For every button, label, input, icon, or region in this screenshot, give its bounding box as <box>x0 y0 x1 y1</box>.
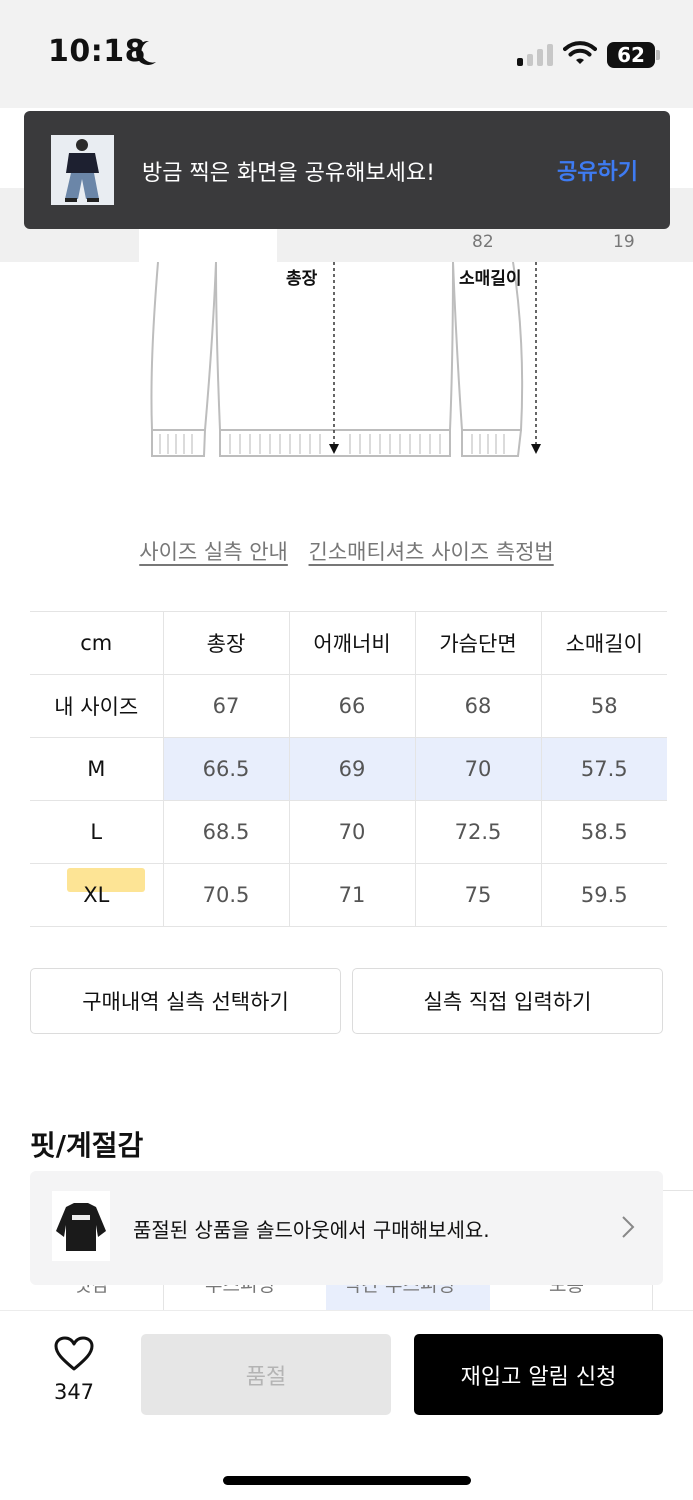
header-unit: cm <box>30 611 164 675</box>
table-cell: 58.5 <box>540 800 667 864</box>
table-cell: 66.5 <box>162 737 290 801</box>
wifi-icon <box>563 41 597 64</box>
tab-count-2: 19 <box>613 232 635 252</box>
moon-icon <box>136 40 156 65</box>
size-table: cm 총장 어깨너비 가슴단면 소매길이 내 사이즈 67 66 68 58 M… <box>30 611 667 927</box>
table-cell: 71 <box>288 863 416 927</box>
table-cell: 68 <box>414 674 542 738</box>
table-row-highlighted: M 66.5 69 70 57.5 <box>30 737 667 801</box>
row-label: XL <box>30 863 164 927</box>
size-diagram <box>150 262 541 457</box>
table-cell: 70.5 <box>162 863 290 927</box>
manual-input-button[interactable]: 실측 직접 입력하기 <box>352 968 663 1034</box>
soldout-button[interactable]: 품절 <box>141 1334 391 1415</box>
select-purchase-button[interactable]: 구매내역 실측 선택하기 <box>30 968 341 1034</box>
header-shoulder: 어깨너비 <box>288 611 416 675</box>
share-button[interactable]: 공유하기 <box>557 154 638 186</box>
toast-message: 방금 찍은 화면을 공유해보세요! <box>142 161 435 186</box>
soldout-banner[interactable]: 품절된 상품을 솔드아웃에서 구매해보세요. <box>30 1171 663 1285</box>
battery-icon: 62 <box>607 42 655 68</box>
table-cell: 70 <box>288 800 416 864</box>
banner-message: 품절된 상품을 솔드아웃에서 구매해보세요. <box>133 1218 490 1242</box>
header-length: 총장 <box>162 611 290 675</box>
table-cell: 72.5 <box>414 800 542 864</box>
like-count: 347 <box>53 1380 95 1404</box>
share-toast: 방금 찍은 화면을 공유해보세요! 공유하기 <box>24 111 670 229</box>
header-sleeve: 소매길이 <box>540 611 667 675</box>
table-cell: 75 <box>414 863 542 927</box>
status-time: 10:18 <box>48 34 146 69</box>
table-cell: 66 <box>288 674 416 738</box>
row-label: 내 사이즈 <box>30 674 164 738</box>
table-cell: 59.5 <box>540 863 667 927</box>
table-cell: 70 <box>414 737 542 801</box>
measure-method-link[interactable]: 긴소매티셔츠 사이즈 측정법 <box>309 540 554 564</box>
row-label: L <box>30 800 164 864</box>
fit-section-title: 핏/계절감 <box>30 1129 144 1162</box>
table-row: XL 70.5 71 75 59.5 <box>30 863 667 927</box>
size-guide-link[interactable]: 사이즈 실측 안내 <box>139 540 288 564</box>
chevron-right-icon <box>622 1216 635 1238</box>
tab-count-1: 82 <box>472 232 494 252</box>
home-indicator <box>223 1476 471 1485</box>
table-row: 내 사이즈 67 66 68 58 <box>30 674 667 738</box>
heart-icon[interactable] <box>54 1336 94 1372</box>
size-table-header: cm 총장 어깨너비 가슴단면 소매길이 <box>30 611 667 675</box>
table-cell: 57.5 <box>540 737 667 801</box>
diagram-length-label: 총장 <box>286 269 318 289</box>
header-chest: 가슴단면 <box>414 611 542 675</box>
battery-level: 62 <box>617 43 645 67</box>
diagram-sleeve-label: 소매길이 <box>459 269 522 289</box>
size-links: 사이즈 실측 안내 긴소매티셔츠 사이즈 측정법 <box>0 536 693 566</box>
table-cell: 67 <box>162 674 290 738</box>
table-cell: 58 <box>540 674 667 738</box>
toast-thumbnail <box>51 135 114 205</box>
status-bar: 10:18 62 <box>0 0 693 108</box>
signal-icon <box>517 44 553 66</box>
row-label: M <box>30 737 164 801</box>
table-cell: 69 <box>288 737 416 801</box>
banner-thumbnail <box>52 1191 110 1261</box>
table-cell: 68.5 <box>162 800 290 864</box>
table-row: L 68.5 70 72.5 58.5 <box>30 800 667 864</box>
battery-cap <box>656 50 660 60</box>
restock-alert-button[interactable]: 재입고 알림 신청 <box>414 1334 663 1415</box>
